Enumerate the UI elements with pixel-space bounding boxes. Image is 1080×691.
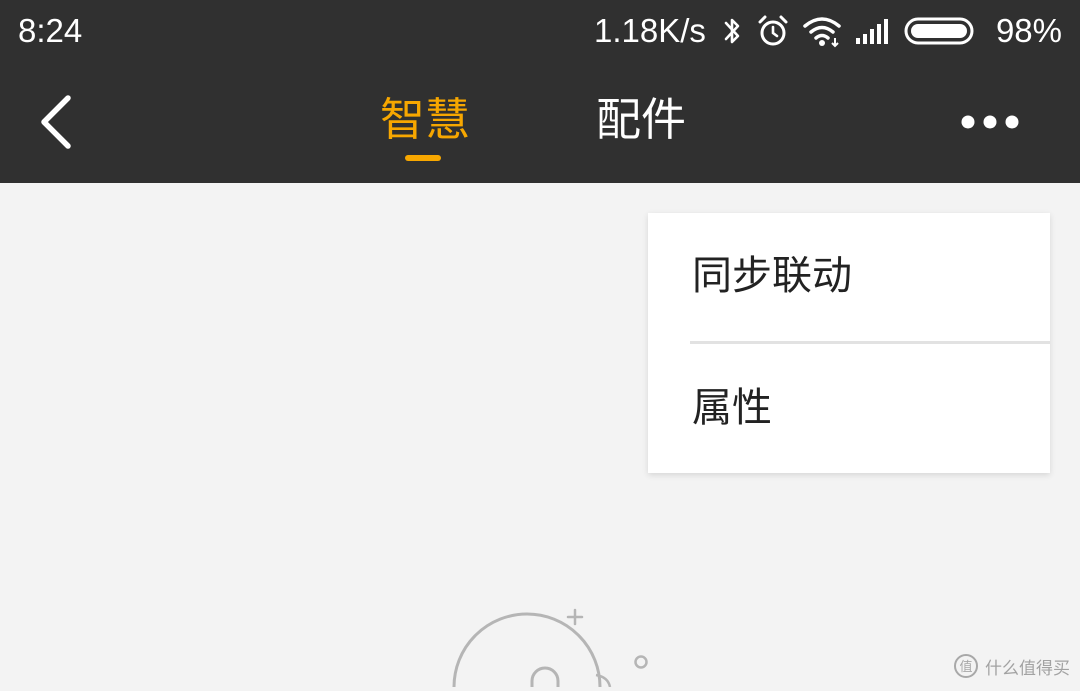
chevron-left-icon	[41, 95, 71, 149]
bluetooth-icon	[720, 14, 744, 48]
back-button[interactable]	[24, 90, 88, 154]
alarm-icon	[756, 14, 790, 48]
empty-state-illustration	[440, 605, 660, 691]
watermark-logo-text: 值	[959, 659, 972, 675]
menu-item-sync-linkage[interactable]: 同步联动	[692, 248, 852, 304]
wifi-icon	[802, 14, 842, 48]
watermark: 值 什么值得买	[953, 653, 1070, 679]
battery-icon	[904, 16, 976, 46]
more-button[interactable]	[952, 100, 1028, 144]
tab-accessory[interactable]: 配件	[596, 90, 686, 150]
watermark-text: 什么值得买	[985, 658, 1070, 679]
nav-bar: 智慧 配件	[0, 62, 1080, 183]
status-icons: 1.18K/s 98%	[594, 10, 1062, 52]
dropdown-menu: 同步联动 属性	[648, 213, 1050, 473]
status-time: 8:24	[18, 12, 83, 49]
watermark-logo-icon: 值	[954, 654, 978, 678]
active-tab-indicator	[405, 155, 441, 161]
menu-divider	[690, 341, 1050, 344]
battery-percent: 98%	[995, 12, 1062, 49]
status-bar: 8:24 1.18K/s 98%	[0, 0, 1080, 62]
menu-item-properties[interactable]: 属性	[692, 380, 772, 436]
signal-icon	[854, 16, 892, 46]
tab-smart[interactable]: 智慧	[380, 90, 470, 150]
more-dots-icon	[961, 115, 1019, 129]
network-speed: 1.18K/s	[594, 12, 706, 49]
